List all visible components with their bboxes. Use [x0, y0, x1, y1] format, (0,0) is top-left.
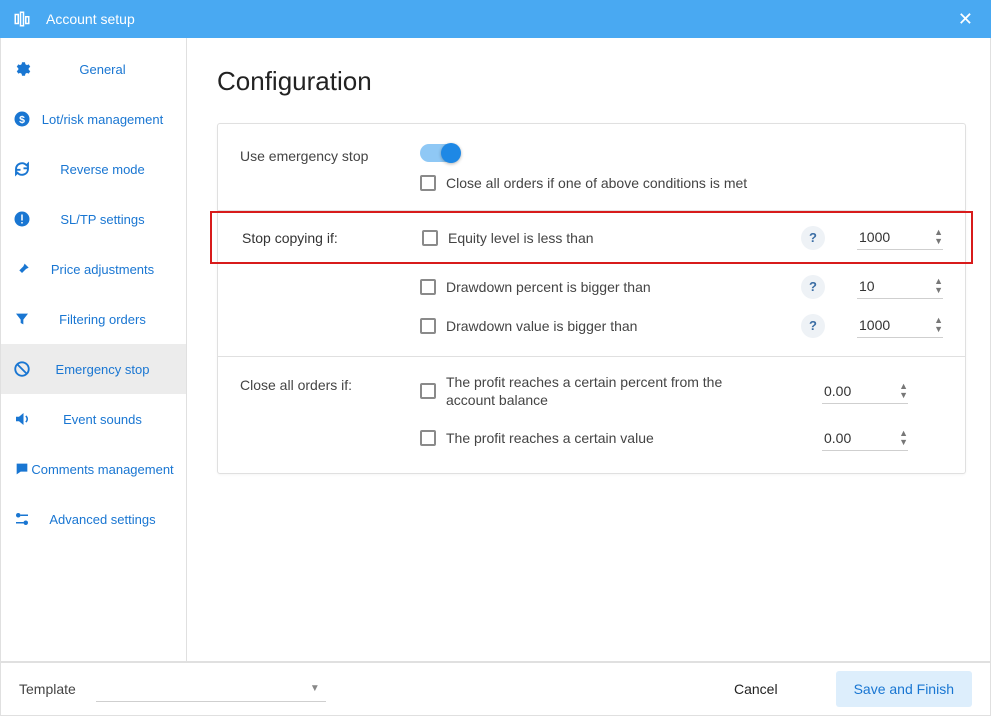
- equity-spinner-down[interactable]: ▼: [934, 237, 943, 246]
- main-content: Configuration Use emergency stop Close a…: [187, 38, 990, 661]
- window-title: Account setup: [46, 11, 135, 27]
- dd-percent-label: Drawdown percent is bigger than: [446, 278, 789, 296]
- cancel-button[interactable]: Cancel: [716, 671, 796, 707]
- dd-percent-help-icon[interactable]: ?: [801, 275, 825, 299]
- profit-value-checkbox[interactable]: [420, 430, 436, 446]
- close-all-conditions-checkbox[interactable]: [420, 175, 436, 191]
- page-heading: Configuration: [217, 66, 966, 97]
- chevron-down-icon: ▼: [310, 683, 320, 694]
- close-all-label: Close all orders if:: [240, 373, 420, 393]
- sidebar: General $ Lot/risk management Reverse mo…: [1, 38, 187, 661]
- profit-value-spinner-down[interactable]: ▼: [899, 438, 908, 447]
- profit-value-label: The profit reaches a certain value: [446, 429, 766, 447]
- sidebar-item-advanced[interactable]: Advanced settings: [1, 494, 186, 544]
- dd-value-value-input[interactable]: [857, 313, 913, 337]
- sidebar-item-emergency[interactable]: Emergency stop: [1, 344, 186, 394]
- dd-percent-checkbox[interactable]: [420, 279, 436, 295]
- highlighted-row: Stop copying if: Equity level is less th…: [210, 211, 973, 264]
- sidebar-item-label: General: [29, 62, 176, 77]
- dd-value-label: Drawdown value is bigger than: [446, 317, 789, 335]
- save-button[interactable]: Save and Finish: [836, 671, 972, 707]
- profit-percent-value-input[interactable]: [822, 379, 878, 403]
- sidebar-item-price[interactable]: Price adjustments: [1, 244, 186, 294]
- equity-help-icon[interactable]: ?: [801, 226, 825, 250]
- title-bar: Account setup ✕: [0, 0, 991, 38]
- sidebar-item-filtering[interactable]: Filtering orders: [1, 294, 186, 344]
- dd-value-checkbox[interactable]: [420, 318, 436, 334]
- sidebar-item-general[interactable]: General: [1, 44, 186, 94]
- sidebar-item-label: SL/TP settings: [29, 212, 176, 227]
- sidebar-item-label: Advanced settings: [29, 512, 176, 527]
- app-icon: [12, 9, 32, 29]
- close-all-conditions-label: Close all orders if one of above conditi…: [446, 174, 943, 192]
- profit-percent-checkbox[interactable]: [420, 383, 436, 399]
- profit-percent-spinner-down[interactable]: ▼: [899, 391, 908, 400]
- svg-text:$: $: [19, 114, 25, 126]
- sidebar-item-sltp[interactable]: SL/TP settings: [1, 194, 186, 244]
- sidebar-item-sounds[interactable]: Event sounds: [1, 394, 186, 444]
- sidebar-item-label: Event sounds: [29, 412, 176, 427]
- sidebar-item-label: Price adjustments: [29, 262, 176, 277]
- sidebar-item-reverse[interactable]: Reverse mode: [1, 144, 186, 194]
- equity-label: Equity level is less than: [448, 229, 789, 247]
- equity-value-input[interactable]: [857, 225, 913, 249]
- config-panel: Use emergency stop Close all orders if o…: [217, 123, 966, 474]
- dd-value-spinner-down[interactable]: ▼: [934, 325, 943, 334]
- use-emergency-label: Use emergency stop: [240, 144, 420, 164]
- profit-value-value-input[interactable]: [822, 426, 878, 450]
- sidebar-item-label: Filtering orders: [29, 312, 176, 327]
- equity-checkbox[interactable]: [422, 230, 438, 246]
- use-emergency-toggle[interactable]: [420, 144, 460, 162]
- footer-bar: Template ▼ Cancel Save and Finish: [0, 662, 991, 716]
- template-label: Template: [19, 681, 76, 697]
- sidebar-item-comments[interactable]: Comments management: [1, 444, 186, 494]
- dd-value-help-icon[interactable]: ?: [801, 314, 825, 338]
- template-select[interactable]: ▼: [96, 676, 326, 702]
- sidebar-item-label: Emergency stop: [29, 362, 176, 377]
- profit-percent-label: The profit reaches a certain percent fro…: [446, 373, 766, 409]
- sidebar-item-lot-risk[interactable]: $ Lot/risk management: [1, 94, 186, 144]
- sidebar-item-label: Reverse mode: [29, 162, 176, 177]
- dd-percent-spinner-down[interactable]: ▼: [934, 286, 943, 295]
- stop-copying-label: Stop copying if:: [242, 230, 422, 246]
- dd-percent-value-input[interactable]: [857, 274, 913, 298]
- sidebar-item-label: Comments management: [29, 462, 176, 477]
- close-button[interactable]: ✕: [952, 9, 979, 30]
- sidebar-item-label: Lot/risk management: [29, 112, 176, 127]
